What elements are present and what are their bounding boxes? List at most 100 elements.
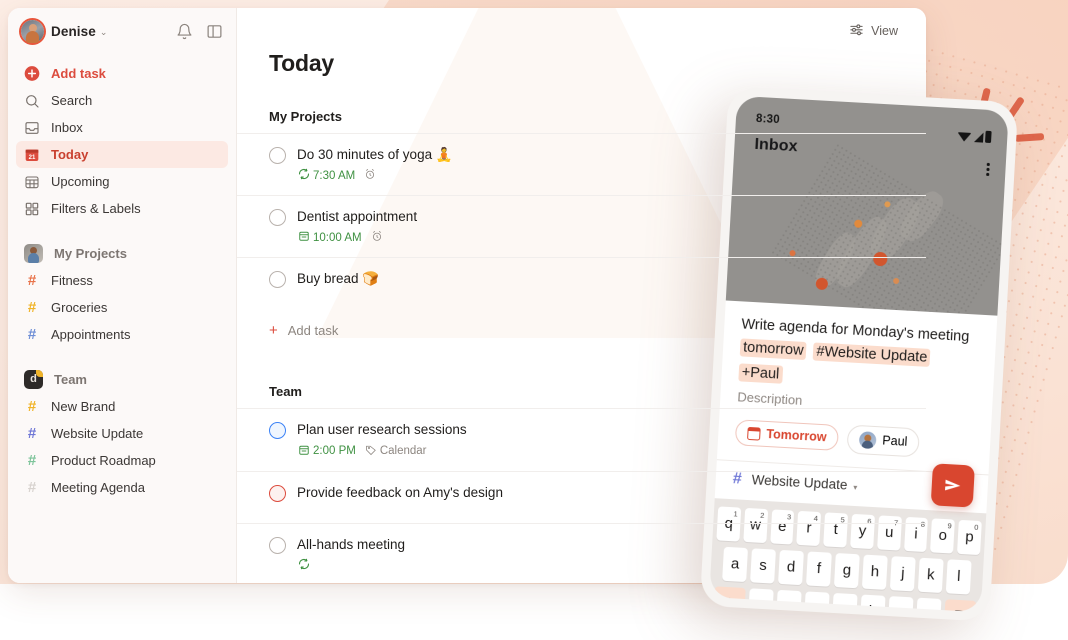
hash-icon: # [27,299,37,316]
section-heading-my-projects: My Projects [269,109,342,124]
send-icon [945,479,961,490]
key-v[interactable]: v [831,592,858,613]
screenshot-stage: Denise ⌄ Add task Search Inbox 21 Today … [0,0,1068,640]
key-num: 0 [974,522,979,532]
sidebar-group-label: My Projects [54,245,127,261]
sidebar-item-filters-labels[interactable]: Filters & Labels [16,195,228,222]
sidebar-item-add-task[interactable]: Add task [16,60,228,87]
sidebar-item-label: Add task [51,66,106,81]
bell-icon[interactable] [175,22,194,41]
sidebar-project-groceries[interactable]: # Groceries [16,294,228,321]
sidebar-project-new-brand[interactable]: # New Brand [16,393,228,420]
task-checkbox[interactable] [269,209,286,227]
key-x[interactable]: x [775,589,802,613]
label-icon [365,444,377,459]
key-label: p [964,528,975,546]
sidebar-item-label: Today [51,147,89,162]
calendar-month-icon [24,174,40,190]
section-heading-team: Team [269,384,302,400]
task-label-text: Calendar [379,445,427,458]
task-row[interactable]: Buy bread 🍞 [237,257,926,309]
sidebar-item-label: Upcoming [51,174,110,189]
plus-icon: + [269,322,278,340]
task-row[interactable]: All-hands meeting [237,522,926,583]
key-o[interactable]: 9o [930,517,956,554]
task-row[interactable]: Provide feedback on Amy's design [237,470,926,523]
task-reminder [371,230,383,245]
sidebar-project-product-roadmap[interactable]: # Product Roadmap [16,447,228,474]
hash-icon: # [27,425,37,442]
key-n[interactable]: n [887,595,914,613]
task-title: Provide feedback on Amy's design [297,484,503,500]
hash-icon: # [27,479,37,496]
sidebar-item-search[interactable]: Search [16,87,228,114]
sidebar-project-appointments[interactable]: # Appointments [16,321,228,348]
panel-layout-icon[interactable] [205,22,224,41]
personal-avatar-icon [24,243,43,263]
user-name: Denise [51,23,96,39]
repeat-icon [298,168,310,183]
sidebar-item-today[interactable]: 21 Today [16,141,228,168]
sidebar-group-label: Team [54,371,87,387]
kebab-menu-icon[interactable] [986,162,990,176]
task-due: 7:30 AM [298,168,355,183]
sidebar-project-label: Fitness [51,273,93,288]
task-list-scroll[interactable]: Today My Projects Do 30 minutes of yoga … [237,8,926,583]
sidebar-project-label: Groceries [51,300,108,315]
task-body: Plan user research sessions 2:00 PM Cale… [297,421,894,458]
task-checkbox[interactable] [269,536,286,554]
task-body: All-hands meeting [297,536,894,573]
key-m[interactable]: m [915,597,942,613]
task-row[interactable]: Dentist appointment 10:00 AM [237,195,926,257]
view-button[interactable]: View [843,18,904,44]
sidebar-group-my-projects[interactable]: My Projects [16,239,228,267]
key-l[interactable]: l [945,558,972,595]
task-body: Buy bread 🍞 [297,270,894,288]
task-due: 2:00 PM [298,444,356,459]
task-meta: 7:30 AM [297,168,894,183]
task-row[interactable]: Do 30 minutes of yoga 🧘 7:30 AM [237,133,926,195]
task-meta: 2:00 PM Calendar [297,444,894,459]
task-body: Do 30 minutes of yoga 🧘 7:30 AM [297,146,894,183]
key-z[interactable]: z [747,587,774,613]
sidebar-project-label: Product Roadmap [51,453,156,468]
task-title: Dentist appointment [297,209,418,225]
sidebar-project-website-update[interactable]: # Website Update [16,420,228,447]
task-reminder [364,168,376,183]
task-body: Dentist appointment 10:00 AM [297,208,894,245]
key-shift[interactable]: ⇧ [712,585,746,613]
page-title: Today [269,50,335,76]
task-row[interactable]: Plan user research sessions 2:00 PM Cale… [237,408,926,470]
sidebar-project-fitness[interactable]: # Fitness [16,267,228,294]
grid-icon [24,201,40,217]
add-task-button[interactable]: + Add task [237,309,926,352]
send-button[interactable] [930,462,975,508]
task-checkbox[interactable] [269,484,286,502]
avatar[interactable] [21,19,44,43]
sidebar-project-label: New Brand [51,399,116,414]
view-button-label: View [871,24,898,38]
alarm-icon [364,168,376,183]
add-task-label: Add task [287,323,339,339]
sidebar-project-meeting-agenda[interactable]: # Meeting Agenda [16,474,228,501]
task-checkbox[interactable] [269,422,286,440]
sidebar-group-team[interactable]: d Team [16,365,228,393]
sidebar-item-upcoming[interactable]: Upcoming [16,168,228,195]
key-p[interactable]: 0p [957,519,982,555]
task-checkbox[interactable] [269,147,286,164]
task-checkbox[interactable] [269,271,286,289]
key-b[interactable]: b [859,594,886,613]
task-title: Plan user research sessions [297,422,467,438]
task-due-label: 2:00 PM [313,445,356,458]
key-c[interactable]: c [803,590,830,613]
sliders-icon [849,22,864,40]
battery-icon [984,130,992,144]
sidebar-item-label: Search [51,93,93,108]
task-label: Calendar [365,444,427,459]
task-meta: 10:00 AM [297,230,894,245]
chevron-down-icon[interactable]: ⌄ [100,27,108,38]
hash-icon: # [27,398,37,415]
sidebar-item-inbox[interactable]: Inbox [16,114,228,141]
key-label: o [938,526,948,545]
key-backspace[interactable]: ⌫ [943,598,977,613]
